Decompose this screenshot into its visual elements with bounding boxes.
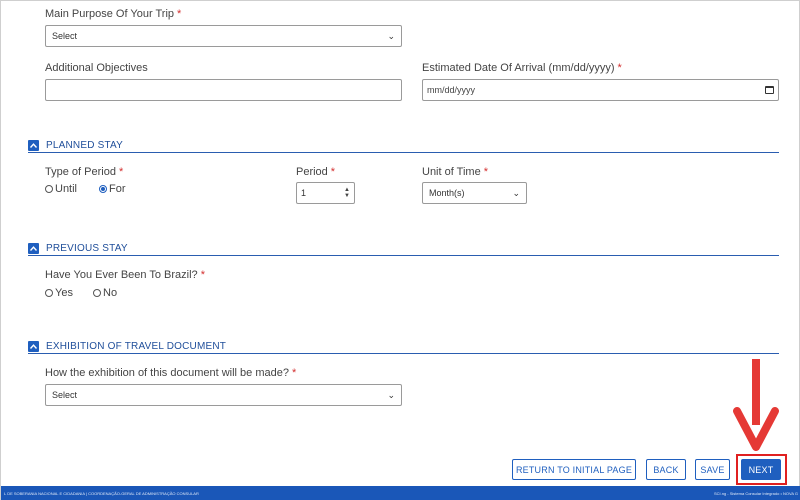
- arrival-date-input[interactable]: mm/dd/yyyy: [422, 79, 779, 101]
- return-to-initial-page-button[interactable]: RETURN TO INITIAL PAGE: [512, 459, 636, 480]
- arrival-date-placeholder: mm/dd/yyyy: [427, 85, 476, 95]
- radio-circle[interactable]: [45, 185, 53, 193]
- collapse-chevron-up-icon[interactable]: [28, 140, 39, 151]
- radio-for[interactable]: For: [99, 183, 126, 195]
- trip-purpose-label-text: Main Purpose Of Your Trip: [45, 8, 175, 20]
- required-mark: *: [200, 269, 205, 281]
- application-form-page: Main Purpose Of Your Trip * Select ⌄ Addi…: [0, 0, 800, 500]
- unit-of-time-value: Month(s): [429, 188, 465, 198]
- additional-objectives-label: Additional Objectives: [45, 62, 148, 74]
- document-exhibition-value: Select: [52, 390, 78, 400]
- period-label: Period *: [296, 166, 335, 178]
- next-button[interactable]: NEXT: [741, 459, 781, 480]
- required-mark: *: [291, 367, 297, 379]
- trip-purpose-select[interactable]: Select ⌄: [45, 25, 402, 47]
- period-label-text: Period: [296, 166, 328, 178]
- unit-of-time-label: Unit of Time *: [422, 166, 488, 178]
- radio-until[interactable]: Until: [45, 183, 77, 195]
- save-button[interactable]: SAVE: [695, 459, 730, 480]
- radio-yes[interactable]: Yes: [45, 287, 73, 299]
- footer-right-text: SCI.ng - Sistema Consular Integrado • NO…: [713, 491, 798, 496]
- additional-objectives-input[interactable]: [45, 79, 402, 101]
- planned-stay-title: PLANNED STAY: [46, 140, 124, 151]
- radio-yes-label: Yes: [55, 287, 73, 299]
- arrival-date-label-text: Estimated Date Of Arrival (mm/dd/yyyy): [422, 62, 615, 74]
- red-arrow-icon: [733, 359, 779, 451]
- unit-of-time-label-text: Unit of Time: [422, 166, 481, 178]
- radio-for-label: For: [109, 183, 126, 195]
- footer-left-text: L DE SOBERANIA NACIONAL E CIDADANIA | CO…: [4, 491, 199, 496]
- planned-stay-section-header: PLANNED STAY: [28, 139, 779, 153]
- travel-document-section-header: EXHIBITION OF TRAVEL DOCUMENT: [28, 340, 779, 354]
- chevron-down-icon: ⌄: [387, 389, 395, 400]
- radio-no-label: No: [103, 287, 118, 299]
- collapse-chevron-up-icon[interactable]: [28, 341, 39, 352]
- previous-stay-title: PREVIOUS STAY: [46, 243, 128, 254]
- type-of-period-label-text: Type of Period: [45, 166, 116, 178]
- document-exhibition-label: How the exhibition of this document will…: [45, 367, 296, 379]
- collapse-chevron-up-icon[interactable]: [28, 243, 39, 254]
- radio-circle[interactable]: [93, 289, 101, 297]
- required-mark: *: [330, 166, 336, 178]
- document-exhibition-question: How the exhibition of this document will…: [45, 367, 289, 379]
- period-value: 1: [301, 188, 307, 198]
- trip-purpose-value: Select: [52, 31, 78, 41]
- document-exhibition-select[interactable]: Select ⌄: [45, 384, 402, 406]
- required-mark: *: [177, 8, 182, 20]
- radio-circle[interactable]: [45, 289, 53, 297]
- type-of-period-label: Type of Period *: [45, 166, 123, 178]
- required-mark: *: [617, 62, 622, 74]
- been-to-brazil-question: Have You Ever Been To Brazil?: [45, 269, 198, 281]
- previous-stay-section-header: PREVIOUS STAY: [28, 242, 779, 256]
- period-stepper[interactable]: 1 ▲ ▼: [296, 182, 355, 204]
- chevron-down-icon: ⌄: [512, 187, 520, 198]
- radio-no[interactable]: No: [93, 287, 117, 299]
- been-to-brazil-label: Have You Ever Been To Brazil? *: [45, 269, 205, 281]
- trip-purpose-label: Main Purpose Of Your Trip *: [45, 8, 181, 20]
- unit-of-time-select[interactable]: Month(s) ⌄: [422, 182, 527, 204]
- travel-document-title: EXHIBITION OF TRAVEL DOCUMENT: [46, 341, 227, 352]
- radio-circle-selected[interactable]: [99, 185, 107, 193]
- required-mark: *: [118, 166, 124, 178]
- calendar-icon[interactable]: [765, 86, 774, 94]
- arrival-date-label: Estimated Date Of Arrival (mm/dd/yyyy) *: [422, 62, 622, 74]
- footer-bar: L DE SOBERANIA NACIONAL E CIDADANIA | CO…: [1, 486, 800, 500]
- required-mark: *: [483, 166, 488, 178]
- radio-until-label: Until: [55, 183, 78, 195]
- stepper-arrows-icon[interactable]: ▲ ▼: [344, 187, 350, 199]
- chevron-down-icon: ⌄: [387, 30, 395, 41]
- back-button[interactable]: BACK: [646, 459, 686, 480]
